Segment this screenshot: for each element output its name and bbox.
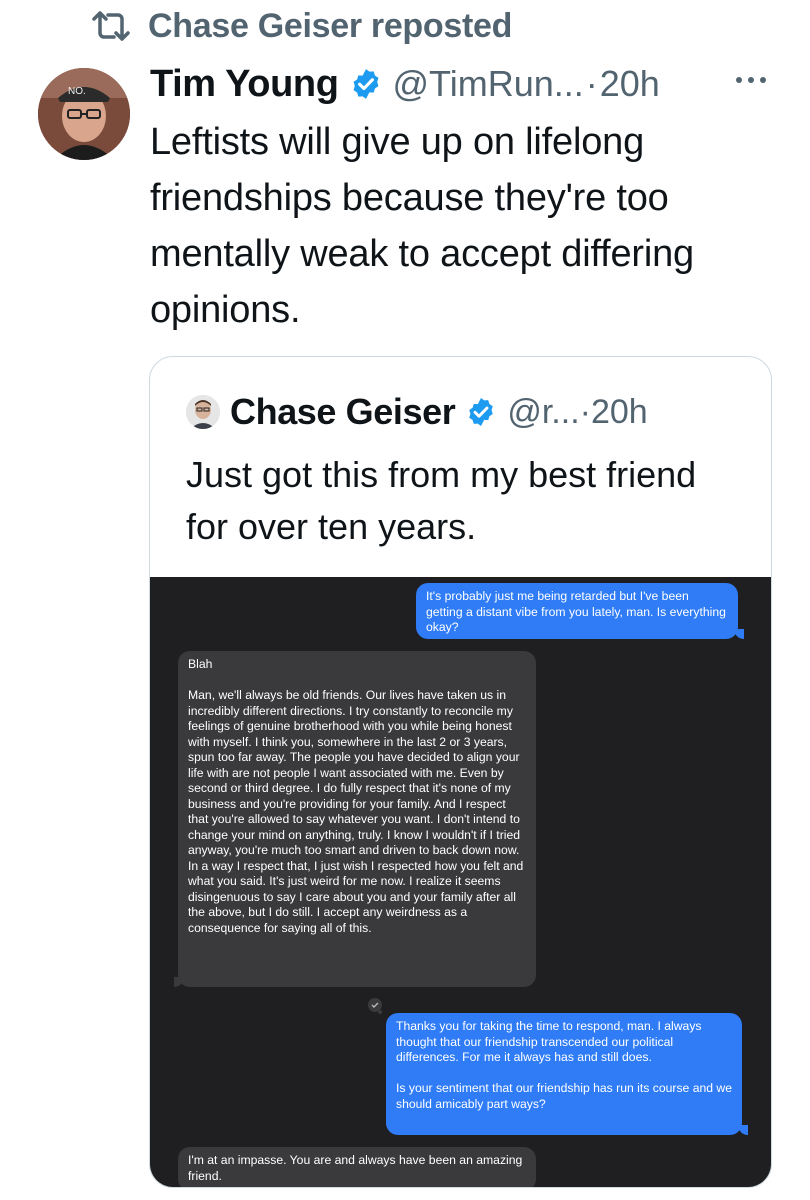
- quote-author-name[interactable]: Chase Geiser: [230, 391, 456, 433]
- repost-row[interactable]: Chase Geiser reposted: [88, 4, 512, 48]
- message-bubble-sent: Thanks you for taking the time to respon…: [386, 1013, 742, 1135]
- tapback-icon: [368, 998, 382, 1014]
- bubble-tail: [738, 1125, 748, 1135]
- author-avatar[interactable]: NO.: [38, 68, 130, 160]
- quote-author-handle[interactable]: @r...: [507, 393, 579, 432]
- message-screenshot[interactable]: It's probably just me being retarded but…: [150, 577, 771, 1187]
- separator-dot: ·: [579, 392, 591, 431]
- verified-badge-icon: [353, 69, 378, 99]
- separator-dot: ·: [585, 63, 598, 104]
- more-horizontal-icon[interactable]: [734, 74, 768, 86]
- repost-icon: [92, 11, 130, 41]
- author-handle[interactable]: @TimRun...: [393, 63, 584, 105]
- message-bubble-received: I'm at an impasse. You are and always ha…: [178, 1147, 536, 1187]
- bubble-tail: [734, 629, 744, 639]
- repost-label: Chase Geiser reposted: [148, 6, 513, 45]
- quote-tweet-card[interactable]: Chase Geiser @r... · 20h Just got this f…: [149, 356, 772, 1188]
- author-name[interactable]: Tim Young: [150, 63, 339, 106]
- tweet-text: Leftists will give up on lifelong friend…: [150, 121, 694, 331]
- message-bubble-sent: It's probably just me being retarded but…: [416, 583, 738, 639]
- quote-avatar-image: [186, 395, 220, 429]
- verified-badge-icon: [469, 398, 494, 426]
- message-bubble-received: Blah Man, we'll always be old friends. O…: [178, 651, 536, 987]
- bubble-tail: [174, 977, 184, 987]
- avatar-image: NO.: [38, 68, 130, 160]
- tweet-timestamp[interactable]: 20h: [600, 63, 660, 105]
- quote-header: Chase Geiser @r... · 20h: [186, 387, 648, 437]
- quote-author-avatar[interactable]: [186, 395, 220, 429]
- quote-timestamp[interactable]: 20h: [591, 393, 648, 432]
- quote-text: Just got this from my best friend for ov…: [186, 454, 697, 547]
- cap-logo: NO.: [68, 86, 86, 97]
- tweet-header: Tim Young @TimRun... · 20h: [150, 58, 660, 110]
